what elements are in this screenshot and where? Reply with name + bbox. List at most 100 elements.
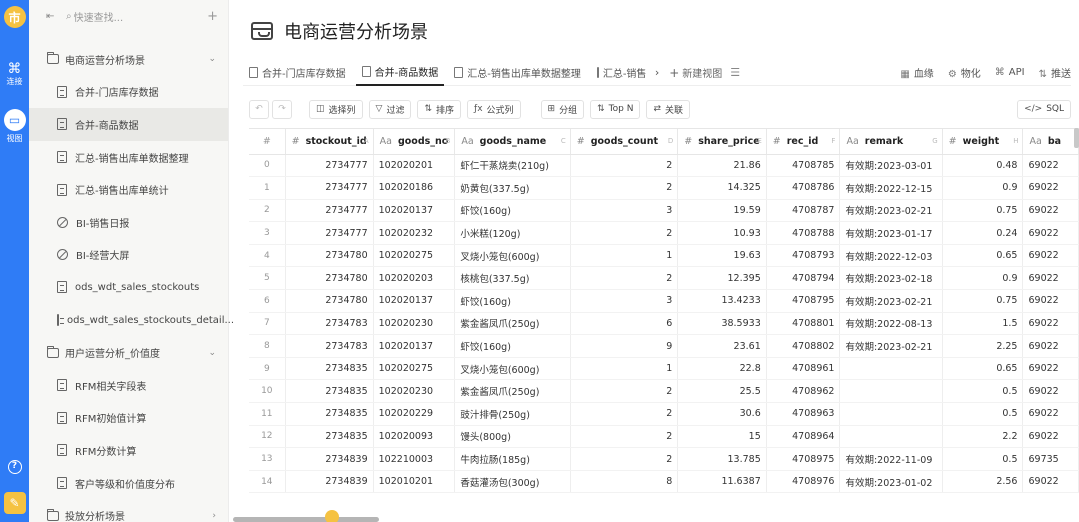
table-cell[interactable]: 有效期:2022-08-13 bbox=[839, 312, 943, 336]
new-view-button[interactable]: + 新建视图 bbox=[669, 65, 722, 81]
table-row[interactable]: 2 2734777 102020137 虾饺(160g) 3 19.59 4708787 有效… bbox=[249, 199, 1079, 223]
filter-button[interactable]: ▽ 过滤 bbox=[368, 99, 412, 119]
table-row[interactable]: 3 2734777 102020232 小米糕(120g) 2 10.93 4708788 有… bbox=[249, 221, 1079, 245]
table-row[interactable]: 5 2734780 102020203 核桃包(337.5g) 2 12.395 47087… bbox=[249, 266, 1079, 291]
table-cell[interactable]: 1.5 bbox=[942, 312, 1024, 336]
view-list-icon[interactable]: ☰ bbox=[730, 66, 740, 79]
notification-badge-icon[interactable]: ✎ bbox=[3, 492, 26, 514]
vertical-scrollbar[interactable] bbox=[1074, 128, 1079, 148]
table-cell[interactable]: 15 bbox=[677, 425, 767, 449]
table-cell[interactable]: 6 bbox=[570, 312, 679, 336]
table-cell[interactable]: 牛肉拉肠(185g) bbox=[454, 447, 571, 471]
column-header-weight[interactable]: # weight H bbox=[942, 129, 1024, 155]
join-button[interactable]: ⇄ 关联 bbox=[646, 99, 690, 119]
table-cell[interactable]: 69022 bbox=[1022, 154, 1079, 178]
sidebar-item[interactable]: 汇总-销售出库单数据整理 bbox=[29, 141, 228, 174]
table-cell[interactable]: 香菇灌汤包(300g) bbox=[454, 470, 571, 494]
table-cell[interactable]: 小米糕(120g) bbox=[454, 221, 571, 245]
table-cell[interactable]: 69022 bbox=[1022, 266, 1079, 291]
collapse-sidebar-icon[interactable]: ⇤ bbox=[46, 11, 56, 22]
table-row[interactable]: 1 2734777 102020186 奶黄包(337.5g) 2 14.325 47087… bbox=[249, 176, 1079, 200]
table-cell[interactable]: 69022 bbox=[1022, 425, 1079, 449]
table-cell[interactable]: 1 bbox=[570, 244, 679, 268]
group-button[interactable]: ⊞ 分组 bbox=[540, 99, 585, 119]
table-cell[interactable]: 4708793 bbox=[766, 244, 841, 268]
view-tab[interactable]: 汇总-销售 bbox=[591, 60, 649, 86]
table-cell[interactable]: 2.2 bbox=[942, 425, 1024, 449]
table-cell[interactable]: 102020230 bbox=[373, 379, 456, 404]
column-header-remark[interactable]: Aa remark G bbox=[839, 129, 943, 155]
table-cell[interactable]: 有效期:2023-01-02 bbox=[839, 470, 943, 494]
sort-button[interactable]: ⇅ 排序 bbox=[417, 99, 462, 119]
table-cell[interactable]: 2 bbox=[570, 425, 679, 449]
table-cell[interactable]: 2734783 bbox=[285, 312, 374, 336]
horizontal-scrollbar[interactable] bbox=[233, 517, 379, 522]
table-cell[interactable]: 虾仁干蒸烧卖(210g) bbox=[454, 154, 571, 178]
table-cell[interactable]: 有效期:2022-12-03 bbox=[839, 244, 943, 268]
table-cell[interactable] bbox=[839, 379, 943, 404]
table-cell[interactable]: 3 bbox=[570, 199, 679, 223]
table-cell[interactable]: 2.56 bbox=[942, 470, 1024, 494]
table-cell[interactable]: 4708961 bbox=[766, 357, 841, 381]
table-cell[interactable]: 69022 bbox=[1022, 357, 1079, 381]
table-cell[interactable]: 4708964 bbox=[766, 425, 841, 449]
table-cell[interactable]: 13.785 bbox=[677, 447, 767, 471]
table-cell[interactable]: 2734835 bbox=[285, 357, 374, 381]
table-row[interactable]: 0 2734777 102020201 虾仁干蒸烧卖(210g) 2 21.86 47087… bbox=[249, 154, 1079, 178]
table-cell[interactable]: 2734777 bbox=[285, 199, 374, 223]
table-cell[interactable]: 有效期:2023-02-21 bbox=[839, 199, 943, 223]
table-cell[interactable]: 102020203 bbox=[373, 266, 456, 291]
column-header-ba[interactable]: Aa ba bbox=[1022, 129, 1079, 155]
columns-button[interactable]: ◫ 选择列 bbox=[309, 99, 363, 119]
view-tab[interactable]: 合并-商品数据 bbox=[355, 60, 445, 86]
table-cell[interactable]: 0.9 bbox=[942, 176, 1024, 200]
column-header-goods_name[interactable]: Aa goods_name C bbox=[454, 129, 571, 155]
table-cell[interactable]: 102010201 bbox=[373, 470, 456, 494]
table-cell[interactable]: 2 bbox=[570, 447, 679, 471]
table-cell[interactable]: 2734777 bbox=[285, 176, 374, 200]
table-cell[interactable]: 69022 bbox=[1022, 402, 1079, 426]
table-row[interactable]: 9 2734835 102020275 叉烧小笼包(600g) 1 22.8 4708961… bbox=[249, 357, 1079, 381]
column-header-goods_no[interactable]: Aa goods_no B bbox=[373, 129, 456, 155]
rail-item-view[interactable]: ▭ 视图 bbox=[3, 109, 26, 144]
table-cell[interactable]: 69022 bbox=[1022, 312, 1079, 336]
help-icon[interactable]: ? bbox=[7, 460, 22, 474]
table-cell[interactable]: 核桃包(337.5g) bbox=[454, 266, 571, 291]
tab-scroll-right-icon[interactable]: › bbox=[655, 66, 659, 79]
table-cell[interactable]: 13.4233 bbox=[677, 289, 767, 313]
table-cell[interactable]: 102020201 bbox=[373, 154, 456, 178]
table-cell[interactable]: 有效期:2023-01-17 bbox=[839, 221, 943, 245]
table-cell[interactable]: 69735 bbox=[1022, 447, 1079, 471]
table-cell[interactable]: 2734777 bbox=[285, 154, 374, 178]
table-cell[interactable]: 4708787 bbox=[766, 199, 841, 223]
table-cell[interactable]: 1 bbox=[570, 357, 679, 381]
table-cell[interactable]: 102020093 bbox=[373, 425, 456, 449]
table-cell[interactable]: 4708976 bbox=[766, 470, 841, 494]
table-cell[interactable]: 0.9 bbox=[942, 266, 1024, 291]
table-cell[interactable]: 馒头(800g) bbox=[454, 425, 571, 449]
table-cell[interactable]: 0.65 bbox=[942, 357, 1024, 381]
table-row[interactable]: 8 2734783 102020137 虾饺(160g) 9 23.61 4708802 有效… bbox=[249, 334, 1079, 358]
table-cell[interactable]: 2.25 bbox=[942, 334, 1024, 358]
sidebar-item[interactable]: 客户等级和价值度分布 bbox=[29, 467, 228, 500]
undo-button[interactable]: ↶ bbox=[249, 99, 269, 119]
table-cell[interactable]: 0.5 bbox=[942, 447, 1024, 471]
table-cell[interactable]: 叉烧小笼包(600g) bbox=[454, 357, 571, 381]
table-cell[interactable]: 4708794 bbox=[766, 266, 841, 291]
table-cell[interactable]: 奶黄包(337.5g) bbox=[454, 176, 571, 200]
sidebar-item[interactable]: RFM分数计算 bbox=[29, 434, 228, 467]
table-cell[interactable]: 虾饺(160g) bbox=[454, 334, 571, 358]
sidebar-item[interactable]: RFM初始值计算 bbox=[29, 402, 228, 435]
add-icon[interactable]: + bbox=[207, 9, 218, 24]
table-row[interactable]: 14 2734839 102010201 香菇灌汤包(300g) 8 11.6387 470… bbox=[249, 470, 1079, 494]
table-cell[interactable]: 69022 bbox=[1022, 244, 1079, 268]
table-cell[interactable]: 2734839 bbox=[285, 470, 374, 494]
table-cell[interactable]: 2734835 bbox=[285, 402, 374, 426]
rail-item-connect[interactable]: ⌘ 连接 bbox=[6, 62, 24, 87]
table-cell[interactable]: 3 bbox=[570, 289, 679, 313]
table-cell[interactable]: 102210003 bbox=[373, 447, 456, 471]
table-cell[interactable]: 30.6 bbox=[677, 402, 767, 426]
table-cell[interactable]: 8 bbox=[570, 470, 679, 494]
table-cell[interactable]: 69022 bbox=[1022, 221, 1079, 245]
table-cell[interactable]: 102020232 bbox=[373, 221, 456, 245]
